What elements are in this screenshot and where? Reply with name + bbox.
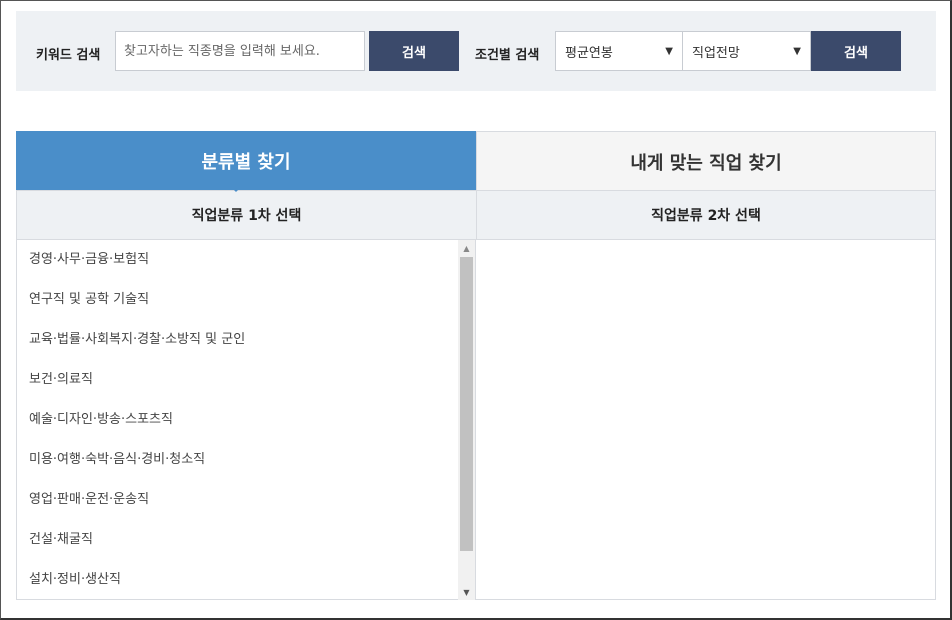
list-item[interactable]: 미용·여행·숙박·음식·경비·청소직 (29, 450, 205, 470)
list-scrollbar[interactable]: ▲ ▼ (458, 240, 475, 600)
chevron-down-icon: ▼ (665, 45, 673, 57)
keyword-search-button[interactable]: 검색 (369, 31, 459, 71)
list-item[interactable]: 연구직 및 공학 기술직 (29, 290, 149, 310)
second-category-header: 직업분류 2차 선택 (476, 191, 935, 239)
outlook-select[interactable]: 직업전망 ▼ (683, 31, 811, 71)
outlook-select-value: 직업전망 (692, 45, 740, 61)
column-header-row: 직업분류 1차 선택 직업분류 2차 선택 (16, 190, 936, 240)
chevron-down-icon: ▼ (793, 45, 801, 57)
list-item[interactable]: 건설·채굴직 (29, 530, 93, 550)
list-item[interactable]: 예술·디자인·방송·스포츠직 (29, 410, 173, 430)
search-bar: 키워드 검색 검색 조건별 검색 평균연봉 ▼ 직업전망 ▼ 검색 (16, 11, 936, 91)
keyword-search-input[interactable] (115, 31, 365, 71)
condition-search-button[interactable]: 검색 (811, 31, 901, 71)
tab-bar: 분류별 찾기 내게 맞는 직업 찾기 (16, 131, 936, 191)
scroll-down-arrow-icon[interactable]: ▼ (458, 584, 475, 600)
first-category-header: 직업분류 1차 선택 (191, 208, 302, 224)
scroll-up-arrow-icon[interactable]: ▲ (458, 240, 475, 256)
list-item[interactable]: 보건·의료직 (29, 370, 93, 390)
first-category-list: 경영·사무·금융·보험직 연구직 및 공학 기술직 교육·법률·사회복지·경찰·… (16, 240, 476, 600)
scroll-thumb[interactable] (460, 257, 473, 551)
salary-select[interactable]: 평균연봉 ▼ (555, 31, 683, 71)
list-item[interactable]: 영업·판매·운전·운송직 (29, 490, 149, 510)
keyword-search-label: 키워드 검색 (36, 48, 101, 63)
list-item[interactable]: 교육·법률·사회복지·경찰·소방직 및 군인 (29, 330, 245, 350)
salary-select-value: 평균연봉 (565, 45, 613, 61)
tab-find-my-job[interactable]: 내게 맞는 직업 찾기 (476, 131, 936, 191)
list-item[interactable]: 경영·사무·금융·보험직 (29, 250, 149, 270)
active-tab-caret-icon (228, 184, 244, 192)
tab-by-category[interactable]: 분류별 찾기 (16, 131, 476, 191)
list-item[interactable]: 설치·정비·생산직 (29, 570, 121, 590)
second-category-list (475, 240, 936, 600)
condition-search-label: 조건별 검색 (475, 48, 540, 63)
